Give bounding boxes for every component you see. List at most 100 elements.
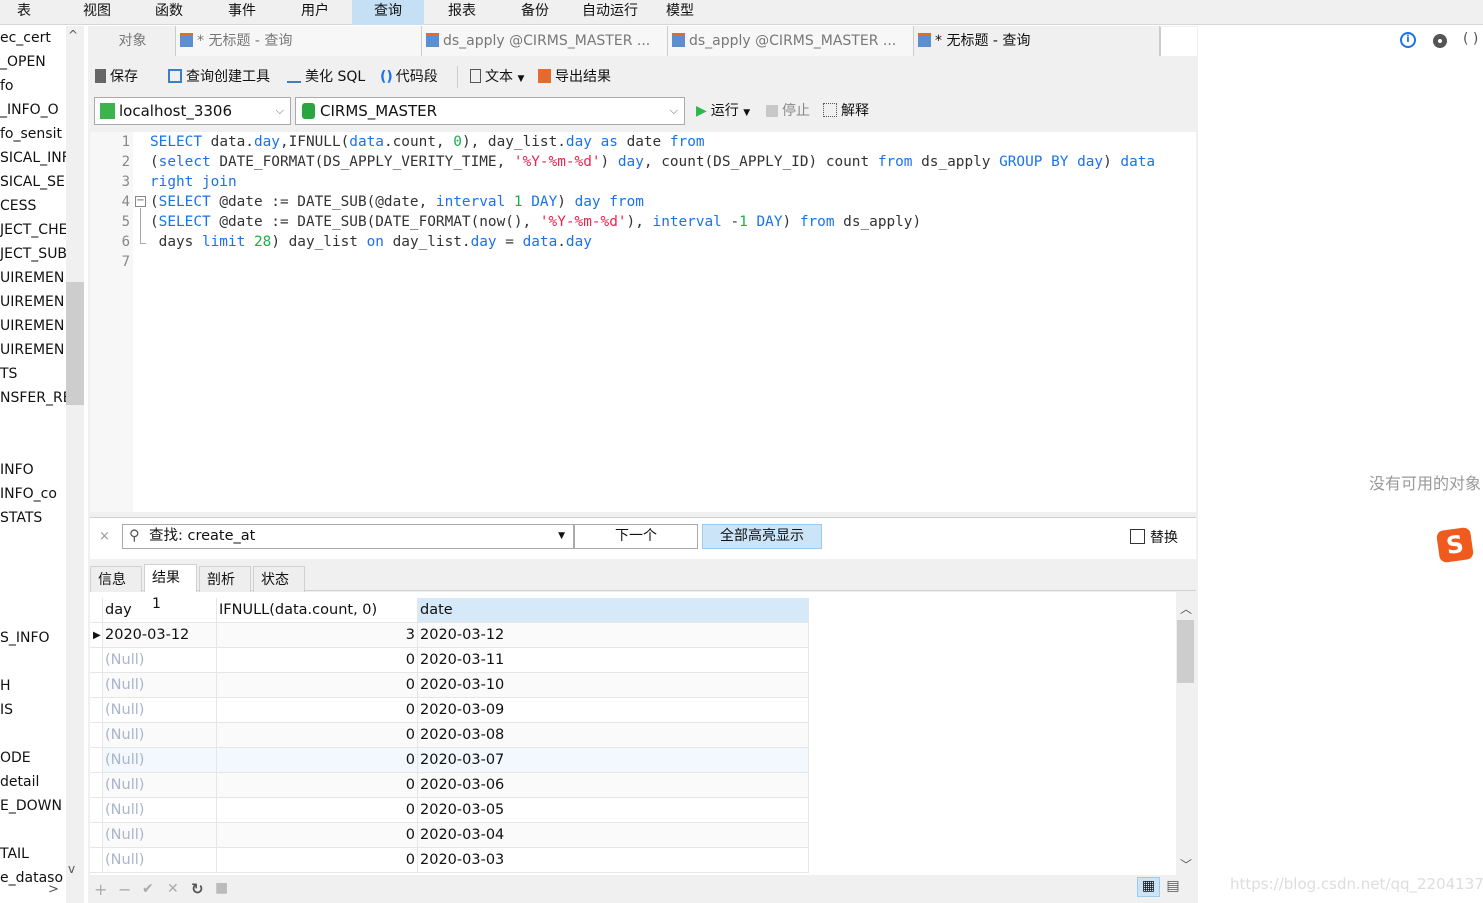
tree-item[interactable]: IS — [0, 698, 13, 722]
row-indicator[interactable] — [90, 648, 103, 673]
table-cell[interactable]: 2020-03-10 — [418, 673, 809, 698]
table-cell[interactable]: 2020-03-12 — [103, 623, 217, 648]
grid-view-icon[interactable]: ▦ — [1137, 877, 1160, 897]
table-cell[interactable]: (Null) — [103, 748, 217, 773]
scroll-down-icon[interactable]: v — [68, 862, 75, 876]
find-input[interactable]: ⚲ 查找: create_at ▼ — [122, 524, 574, 549]
table-cell[interactable]: 2020-03-04 — [418, 823, 809, 848]
tree-item[interactable]: UIREMEN — [0, 338, 64, 362]
table-cell[interactable]: 2020-03-11 — [418, 648, 809, 673]
menu-item[interactable]: 备份 — [500, 0, 570, 25]
tree-item[interactable]: S_INFO — [0, 626, 50, 650]
tree-item[interactable]: NSFER_RE — [0, 386, 66, 410]
query-builder-button[interactable]: 查询创建工具 — [168, 65, 270, 89]
expand-icon[interactable]: > — [48, 882, 59, 897]
beautify-sql-button[interactable]: 美化 SQL — [287, 65, 365, 89]
delete-record-icon[interactable]: − — [118, 880, 131, 899]
tab-item[interactable]: 对象 — [90, 26, 176, 56]
table-cell[interactable]: 0 — [217, 773, 418, 798]
table-cell[interactable]: 0 — [217, 798, 418, 823]
explain-button[interactable]: 解释 — [823, 99, 869, 123]
table-cell[interactable]: 2020-03-06 — [418, 773, 809, 798]
table-cell[interactable]: 3 — [217, 623, 418, 648]
tree-item[interactable]: E_DOWN — [0, 794, 62, 818]
table-cell[interactable]: 0 — [217, 848, 418, 873]
tree-item[interactable]: JECT_SUB — [0, 242, 66, 266]
form-view-icon[interactable]: ▤ — [1163, 877, 1183, 897]
scroll-down-icon[interactable]: ﹀ — [1180, 856, 1192, 873]
menu-item[interactable]: 用户 — [280, 0, 350, 25]
table-cell[interactable]: (Null) — [103, 723, 217, 748]
tree-item[interactable]: detail — [0, 770, 39, 794]
table-cell[interactable]: 2020-03-03 — [418, 848, 809, 873]
column-header[interactable]: date — [418, 598, 809, 623]
tree-item[interactable]: UIREMEN — [0, 266, 64, 290]
tree-item[interactable]: _OPEN — [0, 50, 46, 74]
table-cell[interactable]: 0 — [217, 723, 418, 748]
sidebar-scroll-thumb[interactable] — [66, 282, 84, 405]
eye-icon[interactable] — [1433, 34, 1447, 48]
find-next-button[interactable]: 下一个 — [574, 524, 698, 549]
stop-button[interactable]: 停止 — [766, 99, 810, 123]
fold-icon[interactable]: − — [135, 196, 146, 207]
tree-item[interactable]: SICAL_SEI — [0, 170, 66, 194]
table-cell[interactable]: 0 — [217, 673, 418, 698]
tree-item[interactable]: UIREMEN — [0, 314, 64, 338]
row-indicator[interactable]: ▶ — [90, 623, 103, 648]
refresh-icon[interactable]: ↻ — [191, 880, 204, 898]
tree-item[interactable]: ec_cert — [0, 26, 51, 50]
database-select[interactable]: CIRMS_MASTER ⌵ — [295, 97, 685, 125]
tree-item[interactable]: H — [0, 674, 11, 698]
tree-item[interactable]: TAIL — [0, 842, 29, 866]
tree-item[interactable]: SICAL_INF — [0, 146, 66, 170]
menu-item[interactable]: 表 — [0, 0, 48, 25]
table-cell[interactable]: 0 — [217, 823, 418, 848]
text-button[interactable]: 文本 ▼ — [470, 65, 524, 89]
table-cell[interactable]: (Null) — [103, 673, 217, 698]
row-indicator[interactable] — [90, 673, 103, 698]
snippet-button[interactable]: () 代码段 — [380, 65, 438, 89]
tree-item[interactable]: INFO — [0, 458, 34, 482]
add-record-icon[interactable]: + — [94, 880, 107, 899]
table-cell[interactable]: 2020-03-05 — [418, 798, 809, 823]
menu-item[interactable]: 自动运行 — [572, 0, 648, 25]
scroll-up-icon[interactable]: ︿ — [1180, 600, 1192, 617]
row-indicator[interactable] — [90, 723, 103, 748]
tab-item[interactable]: * 无标题 - 查询 — [914, 26, 1160, 56]
table-cell[interactable]: 2020-03-08 — [418, 723, 809, 748]
table-cell[interactable]: (Null) — [103, 848, 217, 873]
stop-icon[interactable]: ■ — [215, 880, 228, 896]
tree-item[interactable]: JECT_CHE — [0, 218, 66, 242]
table-cell[interactable]: 0 — [217, 748, 418, 773]
result-tab[interactable]: 信息 — [90, 566, 142, 592]
row-indicator[interactable] — [90, 698, 103, 723]
table-cell[interactable]: (Null) — [103, 648, 217, 673]
replace-checkbox[interactable] — [1130, 529, 1145, 544]
menu-item[interactable]: 事件 — [207, 0, 277, 25]
tab-item[interactable]: ds_apply @CIRMS_MASTER ... — [668, 26, 914, 56]
tree-item[interactable]: fo_sensit — [0, 122, 62, 146]
table-cell[interactable]: (Null) — [103, 773, 217, 798]
connection-select[interactable]: localhost_3306 ⌵ — [94, 97, 291, 125]
table-cell[interactable]: 0 — [217, 648, 418, 673]
tree-item[interactable]: UIREMEN — [0, 290, 64, 314]
result-tab[interactable]: 结果 1 — [144, 564, 197, 612]
row-indicator[interactable] — [90, 823, 103, 848]
tree-item[interactable]: STATS — [0, 506, 42, 530]
tab-item[interactable]: * 无标题 - 查询 — [176, 26, 422, 56]
tab-item[interactable]: ds_apply @CIRMS_MASTER ... — [422, 26, 668, 56]
tree-item[interactable]: _INFO_O — [0, 98, 59, 122]
tree-item[interactable]: INFO_co — [0, 482, 57, 506]
row-indicator[interactable] — [90, 748, 103, 773]
run-button[interactable]: ▶ 运行 ▼ — [696, 99, 750, 123]
table-cell[interactable]: (Null) — [103, 698, 217, 723]
menu-item[interactable]: 报表 — [427, 0, 497, 25]
row-indicator[interactable] — [90, 848, 103, 873]
table-cell[interactable]: 2020-03-09 — [418, 698, 809, 723]
table-cell[interactable]: 2020-03-12 — [418, 623, 809, 648]
info-icon[interactable]: i — [1400, 32, 1416, 48]
table-cell[interactable]: (Null) — [103, 798, 217, 823]
sidebar-scrollbar[interactable] — [66, 26, 84, 903]
menu-item[interactable]: 查询 — [352, 0, 424, 25]
row-indicator[interactable] — [90, 773, 103, 798]
